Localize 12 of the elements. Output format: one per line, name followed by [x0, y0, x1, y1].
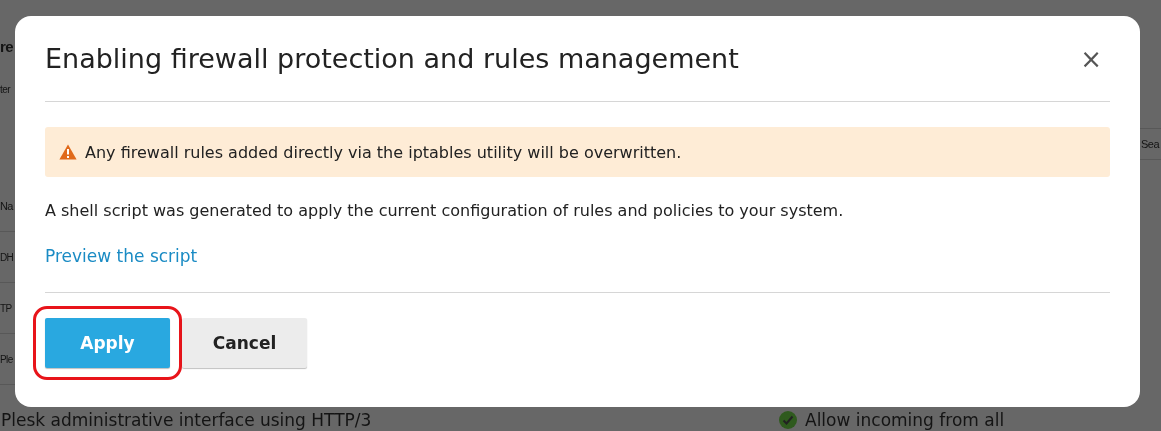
page-subtitle: ter — [0, 82, 10, 97]
page-title: re — [0, 36, 13, 57]
cancel-button[interactable]: Cancel — [182, 318, 307, 368]
table-cell: Allow incoming from all — [805, 410, 1005, 430]
warning-icon — [59, 144, 77, 160]
warning-text: Any firewall rules added directly via the iptables utility will be overwritten. — [85, 142, 682, 162]
dialog-text: A shell script was generated to apply the current configuration of rules and policies to your system. — [45, 201, 845, 220]
preview-link[interactable]: Preview the script — [45, 246, 198, 266]
check-icon — [779, 411, 797, 429]
dialog-title: Enabling firewall protection and rules management — [45, 43, 739, 74]
table-cell: Plesk administrative interface using HTTP/3 — [1, 410, 372, 430]
close-button[interactable]: × — [1072, 45, 1110, 72]
